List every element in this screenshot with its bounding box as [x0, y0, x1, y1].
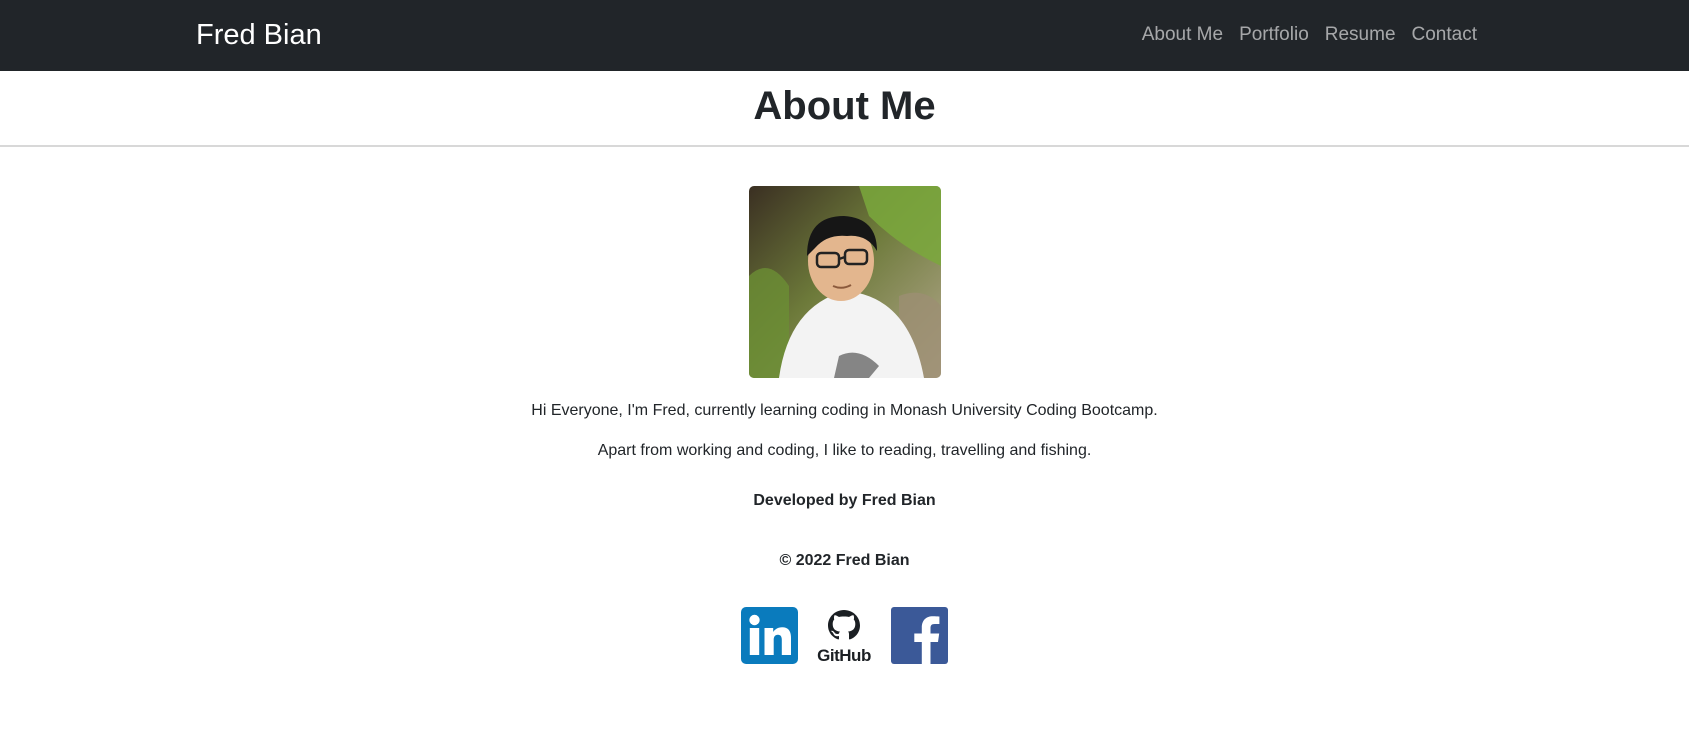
github-wordmark: GitHub	[817, 646, 871, 664]
profile-photo	[749, 186, 941, 378]
nav-link-contact[interactable]: Contact	[1404, 22, 1485, 48]
linkedin-link[interactable]	[741, 607, 798, 664]
page-header: About Me	[0, 71, 1689, 147]
brand-link[interactable]: Fred Bian	[196, 17, 322, 53]
nav-link-resume[interactable]: Resume	[1317, 22, 1404, 48]
github-link[interactable]: GitHub	[813, 607, 875, 665]
bio-paragraph-1: Hi Everyone, I'm Fred, currently learnin…	[531, 402, 1158, 419]
github-icon: GitHub	[817, 610, 871, 665]
page-title: About Me	[753, 84, 936, 128]
facebook-link[interactable]	[891, 607, 948, 664]
facebook-icon	[891, 607, 948, 664]
developed-by-text: Developed by Fred Bian	[753, 492, 936, 509]
nav-links: About Me Portfolio Resume Contact	[1134, 22, 1485, 48]
nav-link-about-me[interactable]: About Me	[1134, 22, 1231, 48]
bio-paragraph-2: Apart from working and coding, I like to…	[597, 442, 1092, 459]
copyright-text: © 2022 Fred Bian	[779, 552, 910, 569]
nav-link-portfolio[interactable]: Portfolio	[1231, 22, 1317, 48]
top-navbar: Fred Bian About Me Portfolio Resume Cont…	[0, 0, 1689, 71]
linkedin-icon	[741, 607, 798, 664]
